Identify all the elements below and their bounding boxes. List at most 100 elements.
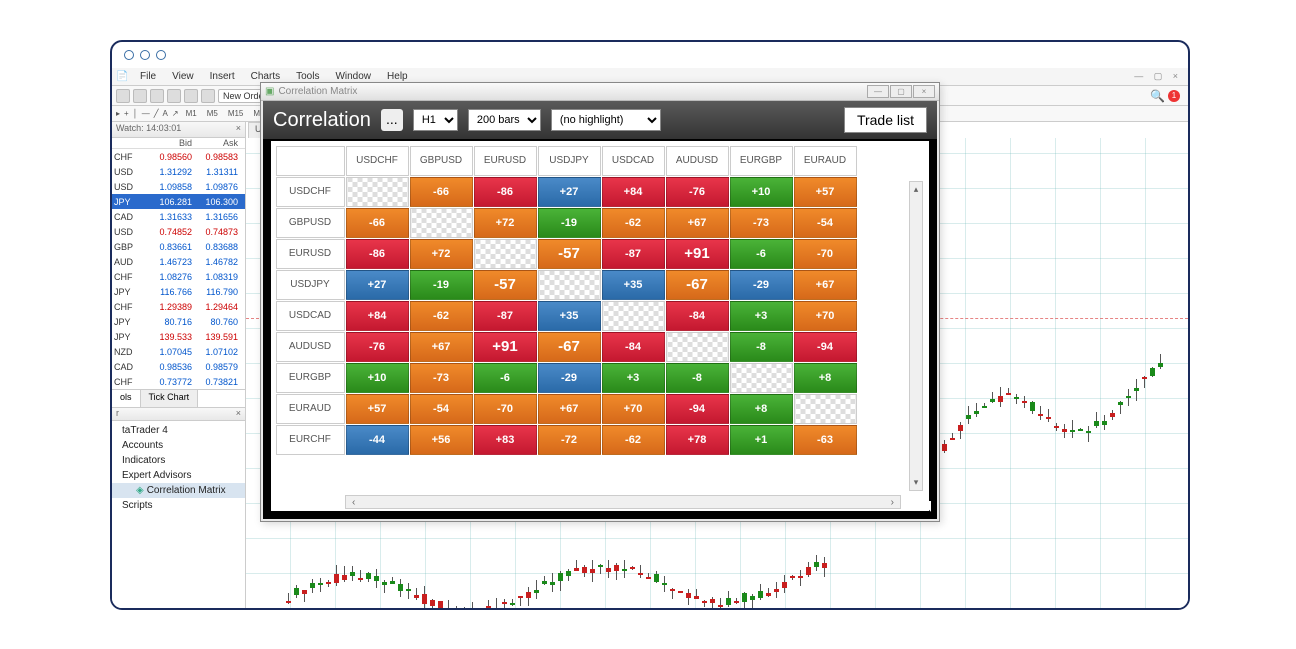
mx-cell[interactable]: +72 bbox=[474, 208, 537, 238]
mx-cell[interactable]: +56 bbox=[410, 425, 473, 455]
mw-row[interactable]: NZD1.070451.07102 bbox=[112, 344, 245, 359]
mx-cell[interactable]: -87 bbox=[474, 301, 537, 331]
mx-cell[interactable]: +8 bbox=[794, 363, 857, 393]
mw-row[interactable]: USD1.098581.09876 bbox=[112, 179, 245, 194]
mx-cell[interactable]: -57 bbox=[538, 239, 601, 269]
mx-cell[interactable]: +91 bbox=[474, 332, 537, 362]
arrow-icon[interactable]: ↗ bbox=[172, 109, 179, 118]
mx-cell[interactable]: -76 bbox=[346, 332, 409, 362]
mx-cell[interactable]: +35 bbox=[602, 270, 665, 300]
mx-cell[interactable]: +78 bbox=[666, 425, 729, 455]
nav-indicators[interactable]: Indicators bbox=[112, 453, 245, 468]
trade-list-button[interactable]: Trade list bbox=[844, 107, 927, 133]
mw-icon[interactable] bbox=[150, 89, 164, 103]
mx-cell[interactable]: -94 bbox=[666, 394, 729, 424]
mw-close-icon[interactable]: × bbox=[236, 123, 241, 136]
mx-col-header[interactable]: GBPUSD bbox=[410, 146, 473, 176]
tf-m1[interactable]: M1 bbox=[183, 109, 200, 118]
notification-badge[interactable]: 1 bbox=[1168, 90, 1180, 102]
mx-cell[interactable]: +1 bbox=[730, 425, 793, 455]
mx-cell[interactable]: +84 bbox=[346, 301, 409, 331]
mx-cell[interactable]: +70 bbox=[602, 394, 665, 424]
mw-row[interactable]: USD1.312921.31311 bbox=[112, 164, 245, 179]
mx-cell[interactable]: -73 bbox=[730, 208, 793, 238]
mx-cell[interactable]: -84 bbox=[666, 301, 729, 331]
vline-icon[interactable]: │ bbox=[133, 109, 138, 118]
mx-cell[interactable]: +57 bbox=[794, 177, 857, 207]
nav-close-icon[interactable]: × bbox=[236, 408, 241, 420]
minimize-icon[interactable]: — bbox=[867, 85, 889, 98]
mx-col-header[interactable]: USDCAD bbox=[602, 146, 665, 176]
menu-help[interactable]: Help bbox=[379, 71, 416, 82]
mw-row[interactable]: CHF1.082761.08319 bbox=[112, 269, 245, 284]
mx-cell[interactable]: -73 bbox=[410, 363, 473, 393]
trendline-icon[interactable]: ╱ bbox=[154, 109, 159, 118]
mx-cell[interactable]: +72 bbox=[410, 239, 473, 269]
mx-col-header[interactable]: USDJPY bbox=[538, 146, 601, 176]
mx-cell[interactable]: +3 bbox=[602, 363, 665, 393]
mx-row-header[interactable]: USDJPY bbox=[276, 270, 345, 300]
mx-col-header[interactable]: AUDUSD bbox=[666, 146, 729, 176]
mx-cell[interactable]: +70 bbox=[794, 301, 857, 331]
mx-cell[interactable]: -67 bbox=[538, 332, 601, 362]
menu-tools[interactable]: Tools bbox=[288, 71, 327, 82]
mx-cell[interactable]: +67 bbox=[794, 270, 857, 300]
nav-accounts[interactable]: Accounts bbox=[112, 438, 245, 453]
resize-handle[interactable]: ◤ bbox=[919, 501, 935, 517]
mx-cell[interactable]: +67 bbox=[666, 208, 729, 238]
mx-cell[interactable]: -19 bbox=[538, 208, 601, 238]
mx-cell[interactable]: -86 bbox=[474, 177, 537, 207]
mx-cell[interactable]: -44 bbox=[346, 425, 409, 455]
timeframe-select[interactable]: H1 bbox=[413, 109, 458, 131]
mw-row[interactable]: CHF1.293891.29464 bbox=[112, 299, 245, 314]
mx-cell[interactable]: -29 bbox=[730, 270, 793, 300]
mx-col-header[interactable]: USDCHF bbox=[346, 146, 409, 176]
mx-row-header[interactable]: EURCHF bbox=[276, 425, 345, 455]
tf-m5[interactable]: M5 bbox=[204, 109, 221, 118]
menu-charts[interactable]: Charts bbox=[243, 71, 288, 82]
mw-row[interactable]: USD0.748520.74873 bbox=[112, 224, 245, 239]
window-controls-mac[interactable] bbox=[124, 50, 166, 60]
mx-cell[interactable]: +3 bbox=[730, 301, 793, 331]
mx-cell[interactable]: -84 bbox=[602, 332, 665, 362]
mx-row-header[interactable]: USDCAD bbox=[276, 301, 345, 331]
menu-view[interactable]: View bbox=[164, 71, 202, 82]
mx-row-header[interactable]: GBPUSD bbox=[276, 208, 345, 238]
mx-cell[interactable]: -66 bbox=[346, 208, 409, 238]
mx-cell[interactable]: +91 bbox=[666, 239, 729, 269]
menu-insert[interactable]: Insert bbox=[202, 71, 243, 82]
mw-row[interactable]: GBP0.836610.83688 bbox=[112, 239, 245, 254]
mx-cell[interactable]: -87 bbox=[602, 239, 665, 269]
mx-cell[interactable]: -72 bbox=[538, 425, 601, 455]
maximize-icon[interactable]: ▢ bbox=[890, 85, 912, 98]
mx-cell[interactable]: -70 bbox=[794, 239, 857, 269]
mx-cell[interactable]: -6 bbox=[474, 363, 537, 393]
crosshair-icon[interactable]: + bbox=[124, 109, 129, 118]
mx-cell[interactable]: -8 bbox=[666, 363, 729, 393]
mw-row[interactable]: JPY106.281106.300 bbox=[112, 194, 245, 209]
mx-cell[interactable]: +10 bbox=[346, 363, 409, 393]
mx-cell[interactable]: -63 bbox=[794, 425, 857, 455]
bars-select[interactable]: 200 bars bbox=[468, 109, 541, 131]
mx-cell[interactable]: +8 bbox=[730, 394, 793, 424]
mx-row-header[interactable]: USDCHF bbox=[276, 177, 345, 207]
mx-row-header[interactable]: AUDUSD bbox=[276, 332, 345, 362]
mx-cell[interactable]: +67 bbox=[410, 332, 473, 362]
mx-cell[interactable]: -8 bbox=[730, 332, 793, 362]
nav-icon[interactable] bbox=[167, 89, 181, 103]
mx-cell[interactable]: -19 bbox=[410, 270, 473, 300]
mw-row[interactable]: JPY116.766116.790 bbox=[112, 284, 245, 299]
mw-row[interactable]: JPY139.533139.591 bbox=[112, 329, 245, 344]
mx-row-header[interactable]: EURGBP bbox=[276, 363, 345, 393]
mx-cell[interactable]: -62 bbox=[602, 425, 665, 455]
mw-row[interactable]: CAD1.316331.31656 bbox=[112, 209, 245, 224]
mx-cell[interactable]: -67 bbox=[666, 270, 729, 300]
mx-cell[interactable]: +84 bbox=[602, 177, 665, 207]
close-icon[interactable]: × bbox=[913, 85, 935, 98]
terminal-icon[interactable] bbox=[184, 89, 198, 103]
mw-row[interactable]: CAD0.985360.98579 bbox=[112, 359, 245, 374]
vscrollbar[interactable]: ▴▾ bbox=[909, 181, 923, 491]
menu-window[interactable]: Window bbox=[327, 71, 379, 82]
mx-col-header[interactable]: EURAUD bbox=[794, 146, 857, 176]
mx-cell[interactable]: -29 bbox=[538, 363, 601, 393]
